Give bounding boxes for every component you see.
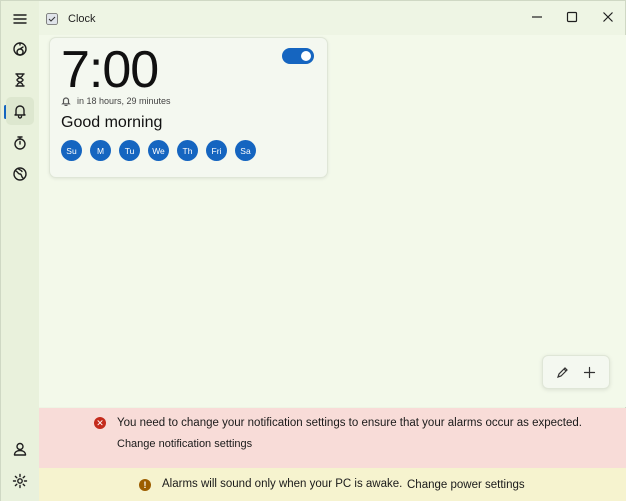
nav-world-clock[interactable] xyxy=(6,160,34,188)
person-icon xyxy=(13,442,27,456)
day-monday: M xyxy=(90,140,111,161)
maximize-icon xyxy=(566,11,578,23)
nav-focus-sessions[interactable] xyxy=(6,35,34,63)
window-title: Clock xyxy=(68,13,96,25)
nav-account[interactable] xyxy=(6,435,34,463)
add-alarm-button[interactable] xyxy=(578,360,602,384)
countdown-text: in 18 hours, 29 minutes xyxy=(77,96,171,106)
nav-timer[interactable] xyxy=(6,66,34,94)
day-saturday: Sa xyxy=(235,140,256,161)
alarm-actions xyxy=(542,355,610,389)
bell-icon xyxy=(14,105,26,119)
hourglass-icon xyxy=(15,73,25,87)
minimize-button[interactable] xyxy=(519,1,555,33)
clock-app-icon xyxy=(46,13,58,25)
day-thursday: Th xyxy=(177,140,198,161)
close-button[interactable] xyxy=(590,1,626,33)
gear-icon xyxy=(12,473,28,489)
minimize-icon xyxy=(532,16,542,18)
day-wednesday: We xyxy=(148,140,169,161)
alarm-days: Su M Tu We Th Fri Sa xyxy=(61,140,256,161)
focus-icon xyxy=(13,42,27,56)
alarm-card[interactable]: 7:00 in 18 hours, 29 minutes Good mornin… xyxy=(49,37,328,178)
alarm-toggle[interactable] xyxy=(282,48,314,64)
plus-icon xyxy=(583,366,596,378)
hamburger-menu-button[interactable] xyxy=(6,5,34,33)
alarm-time: 7:00 xyxy=(61,41,159,99)
change-notification-settings-link[interactable]: Change notification settings xyxy=(117,438,252,450)
alarm-countdown: in 18 hours, 29 minutes xyxy=(61,96,171,106)
nav-settings[interactable] xyxy=(6,467,34,495)
pencil-icon xyxy=(557,366,568,378)
warning-message: Alarms will sound only when your PC is a… xyxy=(162,478,403,490)
change-power-settings-link[interactable]: Change power settings xyxy=(407,479,525,491)
edit-alarms-button[interactable] xyxy=(551,360,575,384)
notification-error-banner: ✕ You need to change your notification s… xyxy=(39,408,626,468)
globe-icon xyxy=(13,167,27,181)
day-sunday: Su xyxy=(61,140,82,161)
hamburger-icon xyxy=(13,14,27,24)
power-warning-banner: ! Alarms will sound only when your PC is… xyxy=(39,468,626,501)
error-icon: ✕ xyxy=(94,417,106,429)
error-message: You need to change your notification set… xyxy=(117,417,582,429)
nav-alarm[interactable] xyxy=(6,97,34,125)
warning-icon: ! xyxy=(139,479,151,491)
navigation-rail xyxy=(1,1,39,501)
day-tuesday: Tu xyxy=(119,140,140,161)
day-friday: Fri xyxy=(206,140,227,161)
nav-stopwatch[interactable] xyxy=(6,129,34,157)
alarm-name: Good morning xyxy=(61,114,163,131)
close-icon xyxy=(603,12,613,22)
clock-window: Clock 7:00 in 18 hours, 29 minutes Good … xyxy=(0,0,626,501)
bell-small-icon xyxy=(61,97,71,106)
stopwatch-icon xyxy=(14,136,26,150)
maximize-button[interactable] xyxy=(554,1,590,33)
toggle-knob xyxy=(301,51,311,61)
alarm-page: 7:00 in 18 hours, 29 minutes Good mornin… xyxy=(39,35,626,407)
title-bar: Clock xyxy=(39,1,626,35)
